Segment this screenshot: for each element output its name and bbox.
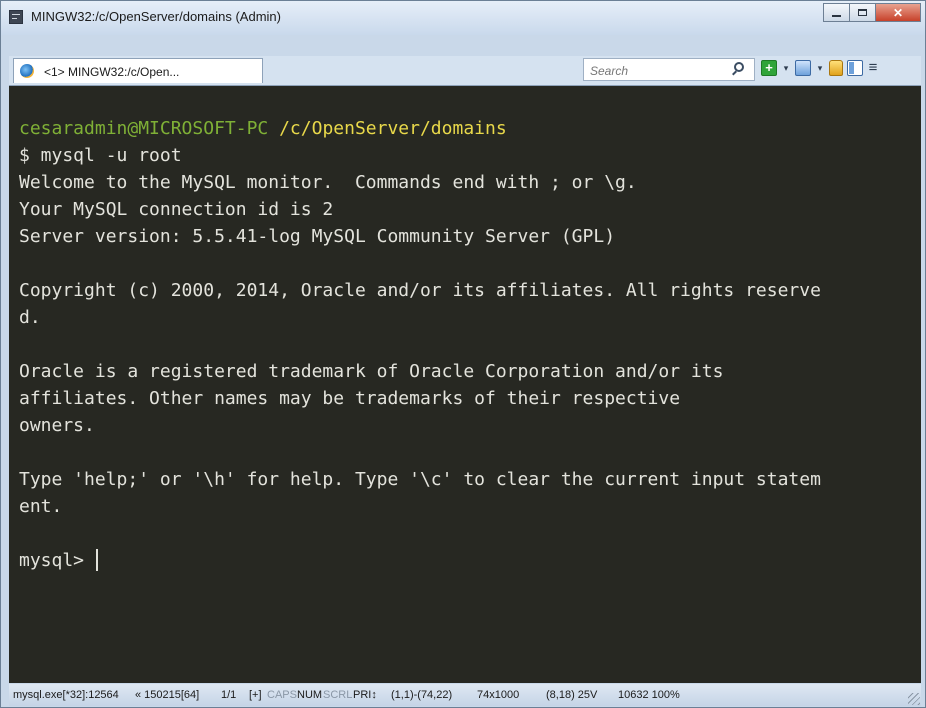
status-cursor-pos[interactable]: (8,18) 25V <box>546 689 597 701</box>
status-plus[interactable]: [+] <box>249 689 262 701</box>
search-box[interactable] <box>583 58 755 81</box>
prompt-user: cesaradmin@MICROSOFT-PC <box>19 118 269 139</box>
status-caps[interactable]: CAPS <box>267 689 297 701</box>
status-process[interactable]: mysql.exe[*32]:12564 <box>13 689 119 701</box>
status-pid-zoom[interactable]: 10632 100% <box>618 689 680 701</box>
new-console-icon[interactable]: + <box>761 60 777 76</box>
console-line: affiliates. Other names may be trademark… <box>19 388 681 409</box>
toolbar-icons: + ▾ ▾ ≡ <box>761 60 879 76</box>
tab-bar: <1> MINGW32:/c/Open... + ▾ ▾ ≡ <box>9 56 921 86</box>
lock-icon[interactable] <box>829 60 843 76</box>
console-line: owners. <box>19 415 95 436</box>
tab-console-1[interactable]: <1> MINGW32:/c/Open... <box>13 58 263 83</box>
search-icon[interactable] <box>734 62 744 72</box>
window-list-icon[interactable] <box>795 60 811 76</box>
console-app-icon[interactable] <box>9 10 23 24</box>
status-num[interactable]: NUM <box>297 689 322 701</box>
console-output[interactable]: cesaradmin@MICROSOFT-PC /c/OpenServer/do… <box>9 86 921 683</box>
minimize-button[interactable] <box>823 3 850 22</box>
status-bar: mysql.exe[*32]:12564 « 150215[64] 1/1 [+… <box>9 684 921 706</box>
globe-shield-icon <box>20 64 34 78</box>
status-pri[interactable]: PRI↕ <box>353 689 377 701</box>
new-console-dropdown-icon[interactable]: ▾ <box>781 60 791 76</box>
console-line: Your MySQL connection id is 2 <box>19 199 334 220</box>
text-cursor <box>95 549 98 571</box>
close-icon: ✕ <box>892 5 904 20</box>
status-console-index[interactable]: 1/1 <box>221 689 236 701</box>
console-line: Oracle is a registered trademark of Orac… <box>19 361 724 382</box>
console-lines: cesaradmin@MICROSOFT-PC /c/OpenServer/do… <box>19 115 921 574</box>
prompt-path: /c/OpenServer/domains <box>279 118 507 139</box>
status-build[interactable]: « 150215[64] <box>135 689 199 701</box>
menu-icon[interactable]: ≡ <box>867 60 879 76</box>
console-line: Server version: 5.5.41-log MySQL Communi… <box>19 226 616 247</box>
console-line: Welcome to the MySQL monitor. Commands e… <box>19 172 637 193</box>
title-bar[interactable]: MINGW32:/c/OpenServer/domains (Admin) ✕ <box>1 1 925 35</box>
split-panel-icon[interactable] <box>847 60 863 76</box>
terminal-window: MINGW32:/c/OpenServer/domains (Admin) ✕ … <box>0 0 926 708</box>
search-input[interactable] <box>588 61 712 80</box>
maximize-icon <box>858 9 867 16</box>
status-region[interactable]: (1,1)-(74,22) <box>391 689 452 701</box>
mysql-prompt: mysql> <box>19 550 95 571</box>
window-controls: ✕ <box>823 3 921 22</box>
console-line: Type 'help;' or '\h' for help. Type '\c'… <box>19 469 821 490</box>
console-line: Copyright (c) 2000, 2014, Oracle and/or … <box>19 280 821 301</box>
maximize-button[interactable] <box>849 3 876 22</box>
window-list-dropdown-icon[interactable]: ▾ <box>815 60 825 76</box>
shell-prompt-line: cesaradmin@MICROSOFT-PC /c/OpenServer/do… <box>19 115 921 142</box>
window-title: MINGW32:/c/OpenServer/domains (Admin) <box>31 9 281 24</box>
resize-grip-icon[interactable] <box>908 693 920 705</box>
console-line: d. <box>19 307 41 328</box>
status-scrl[interactable]: SCRL <box>323 689 352 701</box>
mysql-input-line[interactable]: mysql> <box>19 547 921 574</box>
status-buffer[interactable]: 74x1000 <box>477 689 519 701</box>
tab-label: <1> MINGW32:/c/Open... <box>44 65 180 79</box>
console-line: $ mysql -u root <box>19 145 182 166</box>
close-button[interactable]: ✕ <box>875 3 921 22</box>
minimize-icon <box>832 14 841 17</box>
console-line: ent. <box>19 496 63 517</box>
